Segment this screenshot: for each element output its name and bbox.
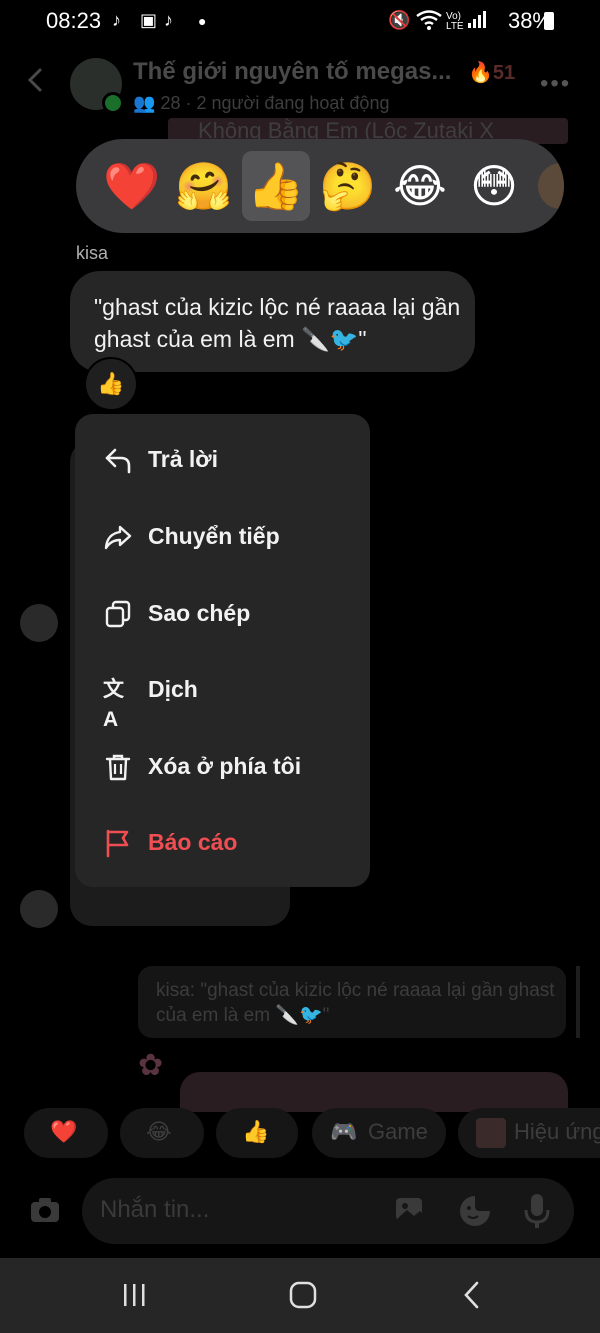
- heart-icon: ❤️: [50, 1119, 78, 1144]
- reaction-laughing[interactable]: 😂: [390, 161, 450, 211]
- forward-icon: [104, 525, 132, 550]
- sticker-icon[interactable]: [458, 1194, 492, 1228]
- menu-item-label: Trả lời: [148, 446, 219, 472]
- back-icon[interactable]: [460, 1280, 484, 1310]
- sender-avatar-2: [20, 890, 58, 928]
- menu-item-reply[interactable]: Trả lời: [75, 421, 370, 497]
- message-input[interactable]: Nhắn tin...: [82, 1178, 574, 1244]
- camera-icon[interactable]: [22, 1188, 68, 1234]
- recent-apps-icon[interactable]: [122, 1282, 148, 1308]
- menu-item-label: Chuyển tiếp: [148, 523, 280, 549]
- menu-item-report[interactable]: Báo cáo: [75, 804, 370, 880]
- signal-icon: [468, 10, 486, 33]
- tiktok-icon-2: ♪: [164, 10, 173, 30]
- menu-item-translate[interactable]: 文A Dịch: [75, 651, 370, 731]
- message-reaction-badge[interactable]: 👍: [84, 357, 138, 411]
- members-icon: 👥: [133, 93, 156, 113]
- home-icon[interactable]: [288, 1280, 318, 1310]
- sender-avatar: [20, 604, 58, 642]
- mute-icon: 🔇: [388, 10, 411, 30]
- quick-react-heart[interactable]: ❤️: [24, 1108, 108, 1158]
- chat-title[interactable]: Thế giới nguyên tố megas...: [133, 58, 451, 86]
- notification-dot-icon: ●: [198, 13, 207, 29]
- quick-react-thumbs[interactable]: 👍: [216, 1108, 298, 1158]
- menu-item-label: Dịch: [148, 676, 198, 702]
- translate-icon: 文A: [103, 678, 124, 731]
- streak-count: 🔥51: [468, 62, 516, 84]
- gamepad-icon: 🎮: [330, 1119, 358, 1144]
- quoted-reply-text: kisa: "ghast của kizic lộc né raaaa lại …: [156, 980, 555, 1026]
- members-status: 28 · 2 người đang hoạt động: [160, 93, 390, 113]
- message-context-menu: Trả lời Chuyển tiếp Sao chép 文A Dịch Xóa…: [75, 414, 370, 887]
- message-text: "ghast của kizic lộc né raaaa lại gần gh…: [94, 294, 461, 352]
- more-options-icon[interactable]: •••: [540, 70, 571, 98]
- back-arrow-icon[interactable]: [22, 66, 50, 94]
- gallery-icon[interactable]: [394, 1194, 428, 1226]
- menu-item-label: Sao chép: [148, 600, 251, 626]
- tiktok-icon: ♪: [112, 10, 121, 30]
- trash-icon: [105, 754, 131, 781]
- reaction-hug[interactable]: 🤗: [174, 161, 234, 211]
- message-input-placeholder: Nhắn tin...: [100, 1196, 210, 1223]
- battery-icon: [544, 12, 554, 30]
- status-bar: 08:23 ♪ ▣ ♪ ● 🔇 Vo) LTE 38%: [0, 0, 600, 44]
- scroll-indicator: [576, 966, 580, 1038]
- gallery-icon: ▣: [140, 10, 158, 30]
- reaction-more-icon[interactable]: [538, 163, 564, 209]
- menu-item-label: Báo cáo: [148, 829, 238, 855]
- system-nav-bar: [0, 1258, 600, 1333]
- game-button[interactable]: 🎮 Game: [312, 1108, 446, 1158]
- reaction-picker: ❤️ 🤗 👍 🤔 😂 😳: [76, 139, 564, 233]
- effects-label: Hiệu ứng: [514, 1119, 600, 1144]
- reaction-flushed[interactable]: 😳: [464, 161, 524, 211]
- microphone-icon[interactable]: [522, 1192, 552, 1230]
- chat-subtitle: 👥 28 · 2 người đang hoạt động: [133, 93, 389, 114]
- menu-item-delete-for-me[interactable]: Xóa ở phía tôi: [75, 728, 370, 804]
- quoted-reply: kisa: "ghast của kizic lộc né raaaa lại …: [138, 966, 566, 1038]
- menu-item-forward[interactable]: Chuyển tiếp: [75, 498, 370, 574]
- menu-item-label: Xóa ở phía tôi: [148, 753, 302, 779]
- effects-button[interactable]: Hiệu ứng: [458, 1108, 600, 1158]
- sender-name: kisa: [76, 243, 109, 263]
- game-label: Game: [368, 1119, 428, 1144]
- reaction-thinking[interactable]: 🤔: [318, 161, 378, 211]
- thumbs-up-icon: 👍: [242, 1119, 270, 1144]
- message-bubble-partial: [180, 1072, 568, 1112]
- reaction-thumbs-up-selected[interactable]: 👍: [242, 151, 310, 221]
- copy-icon: [105, 600, 131, 628]
- selected-message-bubble[interactable]: "ghast của kizic lộc né raaaa lại gần gh…: [70, 271, 475, 372]
- volte-icon: Vo) LTE: [446, 11, 464, 32]
- effects-thumbnail: [476, 1118, 506, 1148]
- streak-value: 51: [492, 62, 516, 84]
- status-time: 08:23: [46, 8, 102, 33]
- reply-icon: [105, 448, 131, 474]
- laugh-icon: 😂: [146, 1119, 172, 1144]
- online-indicator: [102, 92, 124, 114]
- flag-icon: [106, 829, 129, 858]
- reaction-heart[interactable]: ❤️: [102, 161, 162, 211]
- wifi-icon: [416, 10, 442, 35]
- quick-react-laugh[interactable]: 😂: [120, 1108, 204, 1158]
- menu-item-copy[interactable]: Sao chép: [75, 575, 370, 651]
- flower-sticker-icon: ✿: [138, 1049, 164, 1082]
